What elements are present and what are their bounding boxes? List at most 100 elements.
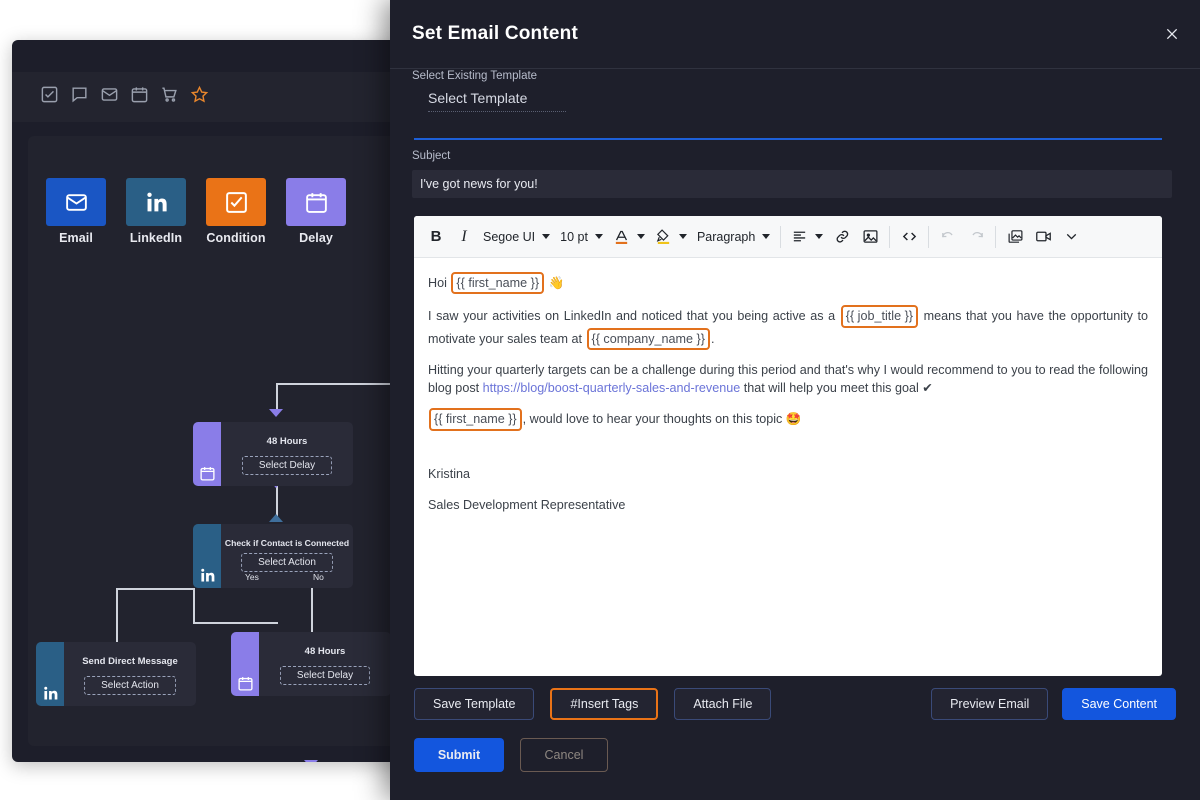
set-email-content-dialog: Set Email Content Select Existing Templa… bbox=[390, 0, 1200, 800]
comment-icon[interactable] bbox=[70, 85, 89, 104]
chevron-down-icon bbox=[594, 234, 603, 239]
merge-tag-company-name[interactable]: {{ company_name }} bbox=[586, 327, 710, 350]
font-family-select[interactable]: Segoe UI bbox=[478, 222, 555, 252]
undo-icon[interactable] bbox=[934, 222, 962, 252]
linkedin-icon bbox=[36, 642, 64, 706]
chevron-down-icon bbox=[762, 234, 771, 239]
email-paragraph-4: {{ first_name }}, would love to hear you… bbox=[428, 408, 1148, 431]
video-icon[interactable] bbox=[1029, 222, 1057, 252]
highlight-color-icon[interactable] bbox=[650, 222, 692, 252]
editor-actions-right: Preview Email Save Content bbox=[931, 688, 1176, 720]
calendar-icon bbox=[193, 422, 221, 486]
chevron-down-icon bbox=[815, 234, 824, 239]
insert-tags-button[interactable]: #Insert Tags bbox=[550, 688, 659, 720]
submit-button[interactable]: Submit bbox=[414, 738, 504, 772]
checkbox-icon[interactable] bbox=[40, 85, 59, 104]
branch-yes-label: Yes bbox=[245, 572, 259, 582]
email-paragraph-2: I saw your activities on LinkedIn and no… bbox=[428, 305, 1148, 350]
email-paragraph-greeting: Hoi {{ first_name }} 👋 bbox=[428, 272, 1148, 295]
chevron-down-icon bbox=[542, 234, 551, 239]
linkedin-icon bbox=[193, 524, 221, 588]
editor-actions-left: Save Template #Insert Tags Attach File bbox=[414, 688, 772, 720]
source-code-icon[interactable] bbox=[895, 222, 923, 252]
toolbar-divider bbox=[889, 225, 891, 248]
node-title: 48 Hours bbox=[266, 436, 308, 447]
mail-icon[interactable] bbox=[100, 85, 119, 104]
paragraph4-text: , would love to hear your thoughts on th… bbox=[522, 412, 786, 427]
template-select[interactable]: Select Template bbox=[428, 90, 566, 112]
greeting-text: Hoi bbox=[428, 276, 451, 290]
workflow-node-condition[interactable]: Check if Contact is Connected Select Act… bbox=[193, 524, 353, 588]
toolbar-divider bbox=[995, 225, 997, 248]
workflow-node-delay-2[interactable]: 48 Hours Select Delay bbox=[231, 632, 391, 696]
close-icon[interactable] bbox=[1158, 20, 1186, 48]
editor-toolbar: B I Segoe UI 10 pt Paragraph bbox=[414, 216, 1162, 258]
paragraph2-part1: I saw your activities on LinkedIn and no… bbox=[428, 309, 840, 324]
calendar-icon bbox=[231, 632, 259, 696]
bold-button[interactable]: B bbox=[422, 222, 450, 252]
align-left-icon[interactable] bbox=[786, 222, 828, 252]
select-action-button[interactable]: Select Action bbox=[84, 676, 176, 695]
email-signature: Kristina Sales Development Representativ… bbox=[428, 465, 1148, 515]
dialog-title: Set Email Content bbox=[412, 23, 578, 44]
toolbar-divider bbox=[780, 225, 782, 248]
save-content-button[interactable]: Save Content bbox=[1062, 688, 1176, 720]
merge-tag-first-name[interactable]: {{ first_name }} bbox=[451, 272, 545, 295]
font-size-value: 10 pt bbox=[560, 229, 588, 244]
save-template-button[interactable]: Save Template bbox=[414, 688, 535, 720]
chevron-down-icon[interactable] bbox=[1057, 222, 1085, 252]
check-emoji-icon: ✔ bbox=[922, 381, 933, 395]
workflow-node-send-dm[interactable]: Send Direct Message Select Action bbox=[36, 642, 196, 706]
subject-input[interactable] bbox=[412, 170, 1172, 198]
template-field: Select Existing Template Select Template bbox=[412, 70, 1182, 112]
accent-rule bbox=[414, 138, 1162, 140]
signature-role: Sales Development Representative bbox=[428, 497, 626, 512]
font-size-select[interactable]: 10 pt bbox=[555, 222, 608, 252]
redo-icon[interactable] bbox=[962, 222, 990, 252]
email-editor: B I Segoe UI 10 pt Paragraph Hoi {{firs… bbox=[414, 216, 1162, 676]
dialog-header: Set Email Content bbox=[390, 0, 1200, 68]
italic-button[interactable]: I bbox=[450, 222, 478, 252]
select-delay-button[interactable]: Select Delay bbox=[241, 456, 333, 475]
cart-icon[interactable] bbox=[160, 85, 179, 104]
screen: Email LinkedIn Condition Delay 48 Hours … bbox=[0, 0, 1200, 800]
paragraph2-part3: . bbox=[710, 331, 715, 346]
cancel-button[interactable]: Cancel bbox=[520, 738, 608, 772]
paragraph3-part2: that will help you meet this goal bbox=[740, 381, 923, 395]
template-label: Select Existing Template bbox=[412, 70, 538, 82]
block-format-select[interactable]: Paragraph bbox=[692, 222, 775, 252]
blog-link[interactable]: https://blog/boost-quarterly-sales-and-r… bbox=[483, 381, 741, 395]
chevron-down-icon bbox=[678, 234, 687, 239]
app-toolbar-icons bbox=[40, 85, 209, 104]
select-action-button[interactable]: Select Action bbox=[241, 553, 333, 572]
subject-label: Subject bbox=[412, 150, 451, 162]
node-title: Send Direct Message bbox=[82, 656, 178, 667]
chevron-down-icon bbox=[636, 234, 645, 239]
signature-name: Kristina bbox=[428, 466, 470, 481]
attach-file-button[interactable]: Attach File bbox=[674, 688, 772, 720]
toolbar-divider bbox=[928, 225, 930, 248]
image-gallery-icon[interactable] bbox=[1001, 222, 1029, 252]
merge-tag-job-title[interactable]: {{ job_title }} bbox=[840, 305, 918, 328]
star-icon[interactable] bbox=[190, 85, 209, 104]
wave-emoji-icon: 👋 bbox=[548, 276, 565, 290]
email-body[interactable]: Hoi {{ first_name }} 👋 I saw your activi… bbox=[414, 258, 1162, 676]
select-delay-button[interactable]: Select Delay bbox=[279, 666, 371, 685]
preview-email-button[interactable]: Preview Email bbox=[931, 688, 1049, 720]
workflow-node-delay-1[interactable]: 48 Hours Select Delay bbox=[193, 422, 353, 486]
smiley-emoji-icon: 🤩 bbox=[785, 412, 802, 427]
node-title: 48 Hours bbox=[304, 646, 346, 657]
font-family-value: Segoe UI bbox=[483, 229, 536, 244]
branch-no-label: No bbox=[313, 572, 324, 582]
dialog-footer-actions: Submit Cancel bbox=[414, 738, 608, 772]
link-icon[interactable] bbox=[828, 222, 856, 252]
email-paragraph-3: Hitting your quarterly targets can be a … bbox=[428, 361, 1148, 398]
subject-field: Subject bbox=[412, 150, 1172, 198]
image-icon[interactable] bbox=[856, 222, 884, 252]
calendar-icon[interactable] bbox=[130, 85, 149, 104]
block-format-value: Paragraph bbox=[696, 229, 756, 244]
merge-tag-first-name-2[interactable]: {{ first_name }} bbox=[429, 408, 522, 431]
text-color-icon[interactable] bbox=[608, 222, 650, 252]
header-divider bbox=[390, 68, 1200, 69]
node-title: Check if Contact is Connected bbox=[224, 538, 350, 548]
